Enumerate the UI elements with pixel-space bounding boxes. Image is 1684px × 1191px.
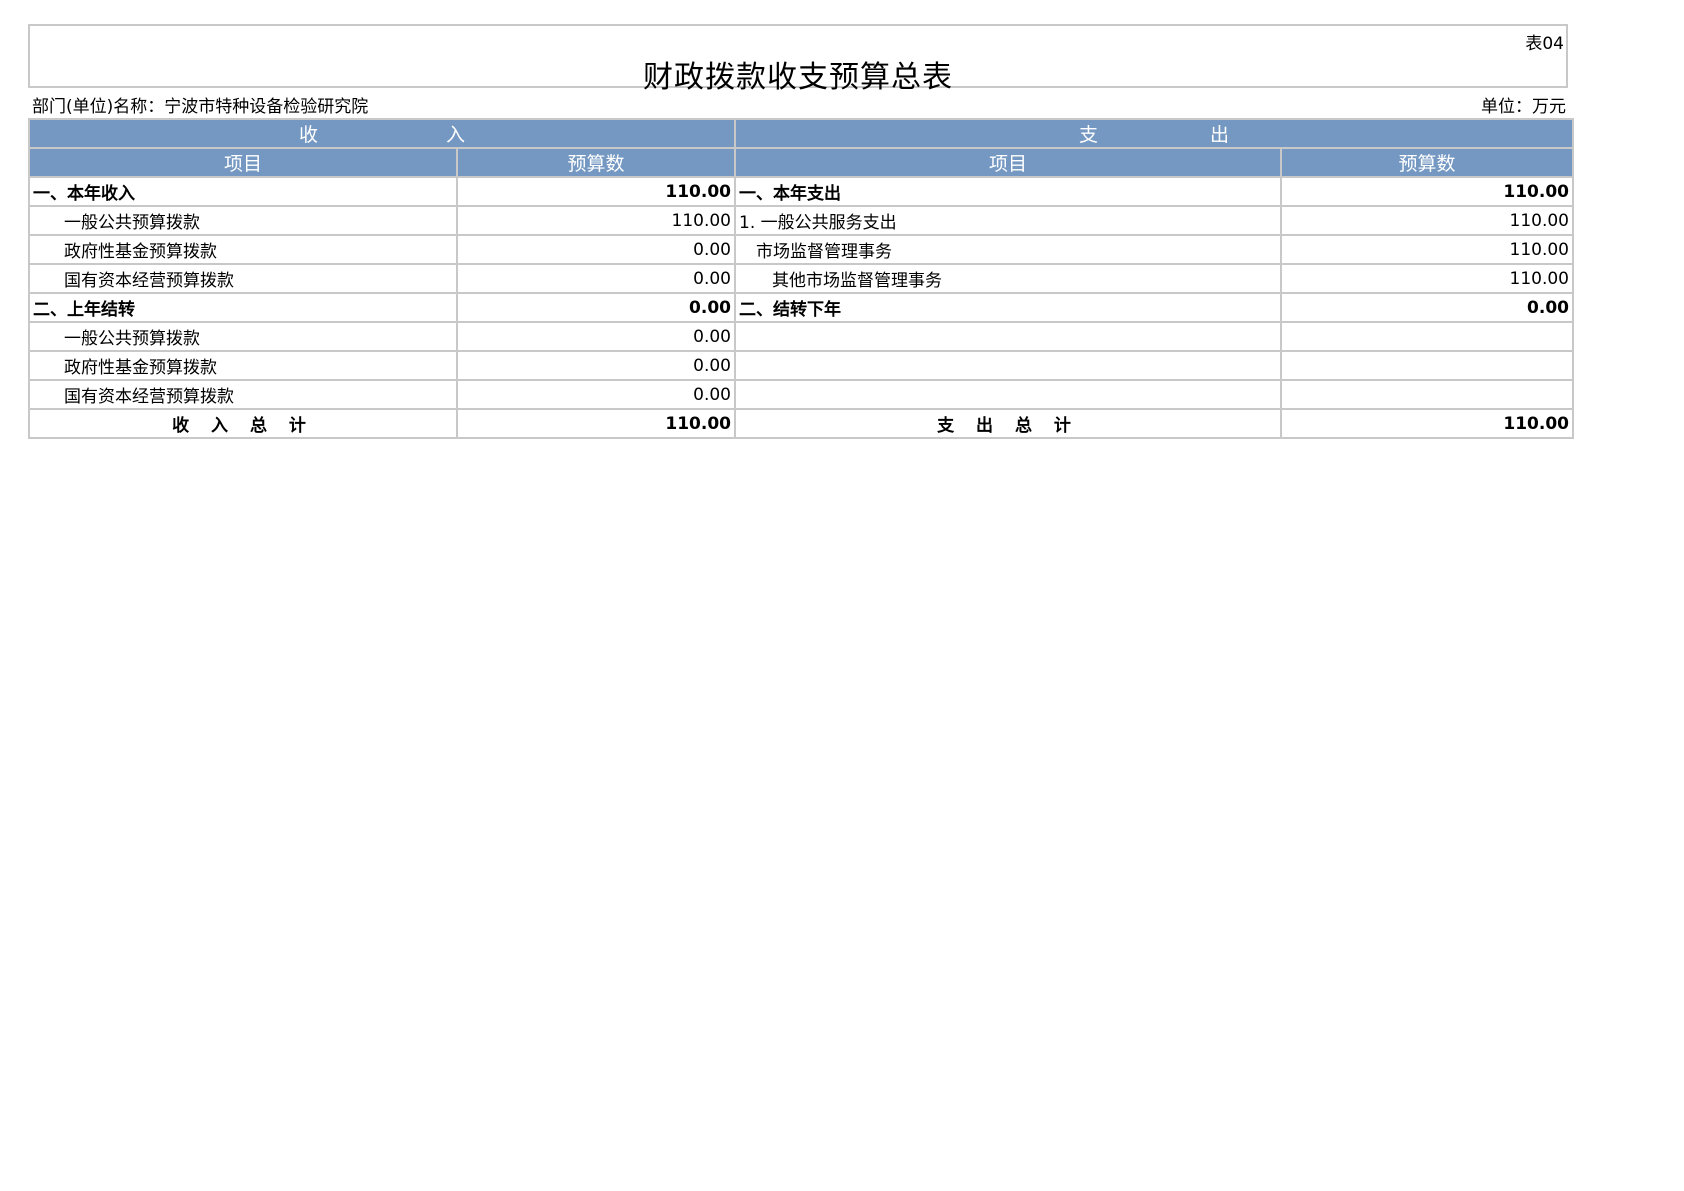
department-label: 部门(单位)名称：宁波市特种设备检验研究院 xyxy=(32,97,369,117)
expense-item-cell: 1. 一般公共服务支出 xyxy=(734,205,1282,236)
expense-item-header: 项目 xyxy=(734,147,1282,178)
expense-total-label: 支 出 总 计 xyxy=(734,408,1282,439)
table-row: 一般公共预算拨款 110.00 1. 一般公共服务支出 110.00 xyxy=(28,205,1574,236)
table-row: 政府性基金预算拨款 0.00 xyxy=(28,350,1574,381)
income-total-value: 110.00 xyxy=(456,408,736,439)
expense-value-cell: 110.00 xyxy=(1280,205,1574,236)
expense-item-cell: 其他市场监督管理事务 xyxy=(734,263,1282,294)
table-row: 国有资本经营预算拨款 0.00 xyxy=(28,379,1574,410)
income-item-cell: 一、本年收入 xyxy=(28,176,458,207)
income-value-cell: 0.00 xyxy=(456,263,736,294)
expense-value-cell: 110.00 xyxy=(1280,176,1574,207)
table-row: 一般公共预算拨款 0.00 xyxy=(28,321,1574,352)
income-item-cell: 一般公共预算拨款 xyxy=(28,205,458,236)
expense-value-cell: 0.00 xyxy=(1280,292,1574,323)
budget-sheet: 表04 财政拨款收支预算总表 部门(单位)名称：宁波市特种设备检验研究院 单位：… xyxy=(28,24,1574,439)
income-item-cell: 政府性基金预算拨款 xyxy=(28,350,458,381)
expense-item-cell: 一、本年支出 xyxy=(734,176,1282,207)
income-item-cell: 国有资本经营预算拨款 xyxy=(28,379,458,410)
expense-header-char-1: 支 xyxy=(1078,124,1098,146)
expense-item-cell xyxy=(734,321,1282,352)
meta-row: 部门(单位)名称：宁波市特种设备检验研究院 单位：万元 xyxy=(28,88,1568,118)
income-budget-header: 预算数 xyxy=(456,147,736,178)
expense-value-cell: 110.00 xyxy=(1280,234,1574,265)
expense-section-header: 支出 xyxy=(734,118,1574,149)
income-value-cell: 0.00 xyxy=(456,379,736,410)
expense-value-cell xyxy=(1280,379,1574,410)
income-item-cell: 政府性基金预算拨款 xyxy=(28,234,458,265)
table-number: 表04 xyxy=(1525,34,1564,54)
expense-value-cell xyxy=(1280,350,1574,381)
income-header-char-2: 入 xyxy=(446,124,466,146)
income-value-cell: 0.00 xyxy=(456,321,736,352)
income-value-cell: 0.00 xyxy=(456,292,736,323)
expense-item-cell xyxy=(734,379,1282,410)
expense-item-cell xyxy=(734,350,1282,381)
title-box: 表04 财政拨款收支预算总表 xyxy=(28,24,1568,95)
income-header-char-1: 收 xyxy=(298,124,318,146)
income-value-cell: 0.00 xyxy=(456,350,736,381)
income-value-cell: 110.00 xyxy=(456,205,736,236)
expense-header-char-2: 出 xyxy=(1210,124,1230,146)
income-item-cell: 一般公共预算拨款 xyxy=(28,321,458,352)
expense-total-value: 110.00 xyxy=(1280,408,1574,439)
table-row: 国有资本经营预算拨款 0.00 其他市场监督管理事务 110.00 xyxy=(28,263,1574,294)
income-item-header: 项目 xyxy=(28,147,458,178)
section-header-row: 收入 支出 xyxy=(28,118,1574,149)
expense-budget-header: 预算数 xyxy=(1280,147,1574,178)
expense-item-cell: 市场监督管理事务 xyxy=(734,234,1282,265)
expense-item-cell: 二、结转下年 xyxy=(734,292,1282,323)
table-row: 政府性基金预算拨款 0.00 市场监督管理事务 110.00 xyxy=(28,234,1574,265)
income-value-cell: 0.00 xyxy=(456,234,736,265)
table-row: 一、本年收入 110.00 一、本年支出 110.00 xyxy=(28,176,1574,207)
budget-table: 收入 支出 项目 预算数 项目 预算数 一、本年收入 110.00 一、本年支出… xyxy=(28,118,1574,439)
expense-value-cell: 110.00 xyxy=(1280,263,1574,294)
income-section-header: 收入 xyxy=(28,118,736,149)
totals-row: 收 入 总 计 110.00 支 出 总 计 110.00 xyxy=(28,408,1574,439)
column-header-row: 项目 预算数 项目 预算数 xyxy=(28,147,1574,178)
income-value-cell: 110.00 xyxy=(456,176,736,207)
income-item-cell: 国有资本经营预算拨款 xyxy=(28,263,458,294)
expense-value-cell xyxy=(1280,321,1574,352)
unit-label: 单位：万元 xyxy=(1481,97,1566,117)
income-item-cell: 二、上年结转 xyxy=(28,292,458,323)
income-total-label: 收 入 总 计 xyxy=(28,408,458,439)
table-row: 二、上年结转 0.00 二、结转下年 0.00 xyxy=(28,292,1574,323)
